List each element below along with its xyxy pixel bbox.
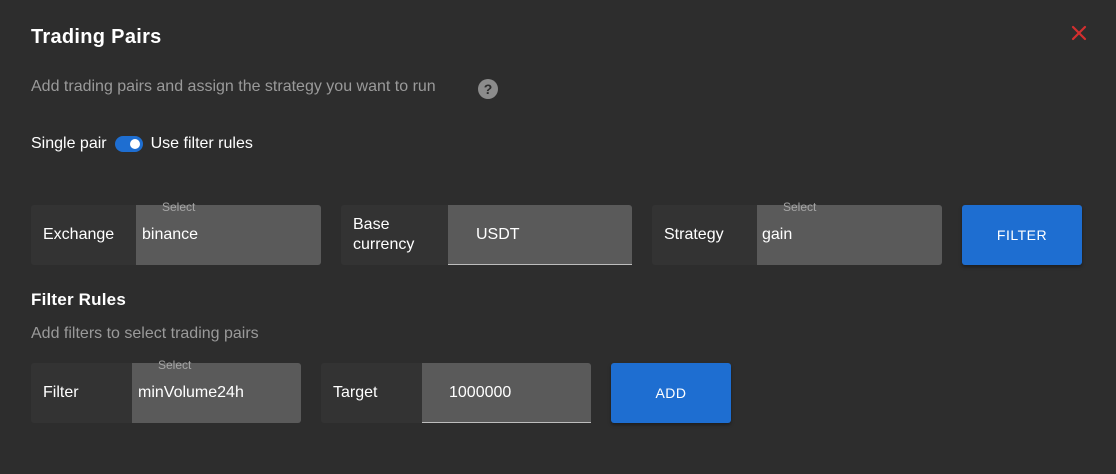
base-currency-value: USDT xyxy=(476,225,520,243)
exchange-select[interactable]: Select binance xyxy=(136,200,321,265)
toggle-knob xyxy=(129,139,140,149)
filter-button[interactable]: FILTER xyxy=(962,205,1082,265)
close-icon[interactable] xyxy=(1068,22,1090,44)
filter-rules-subtitle: Add filters to select trading pairs xyxy=(31,325,259,342)
strategy-select[interactable]: Select gain xyxy=(757,200,942,265)
base-currency-input[interactable]: USDT xyxy=(448,205,632,265)
filter-select-hint: Select xyxy=(158,358,192,372)
use-filter-rules-label: Use filter rules xyxy=(150,135,253,152)
base-currency-field: Base currency USDT xyxy=(341,205,632,265)
target-label: Target xyxy=(333,384,378,401)
exchange-label: Exchange xyxy=(43,226,115,243)
dialog-subtitle: Add trading pairs and assign the strateg… xyxy=(31,78,436,95)
mode-toggle-row: Single pair Use filter rules xyxy=(31,135,253,153)
filter-field: Filter Select minVolume24h xyxy=(31,358,301,423)
exchange-field: Exchange Select binance xyxy=(31,200,321,265)
strategy-label: Strategy xyxy=(664,226,724,243)
filter-label: Filter xyxy=(43,384,79,401)
add-button[interactable]: ADD xyxy=(611,363,731,423)
base-currency-label: Base currency xyxy=(353,216,415,253)
target-value: 1000000 xyxy=(449,383,512,401)
strategy-select-hint: Select xyxy=(783,200,817,214)
exchange-value: binance xyxy=(142,226,199,243)
target-input[interactable]: 1000000 xyxy=(422,363,591,423)
filter-select[interactable]: Select minVolume24h xyxy=(132,358,301,423)
filter-value: minVolume24h xyxy=(138,384,244,401)
single-pair-label: Single pair xyxy=(31,135,107,152)
strategy-field: Strategy Select gain xyxy=(652,200,942,265)
help-icon[interactable]: ? xyxy=(478,79,498,99)
strategy-value: gain xyxy=(762,226,793,243)
target-field: Target 1000000 xyxy=(321,363,591,423)
dialog-title: Trading Pairs xyxy=(31,26,162,48)
exchange-select-hint: Select xyxy=(162,200,196,214)
mode-toggle-switch[interactable] xyxy=(114,136,143,152)
filter-rules-title: Filter Rules xyxy=(31,290,126,309)
